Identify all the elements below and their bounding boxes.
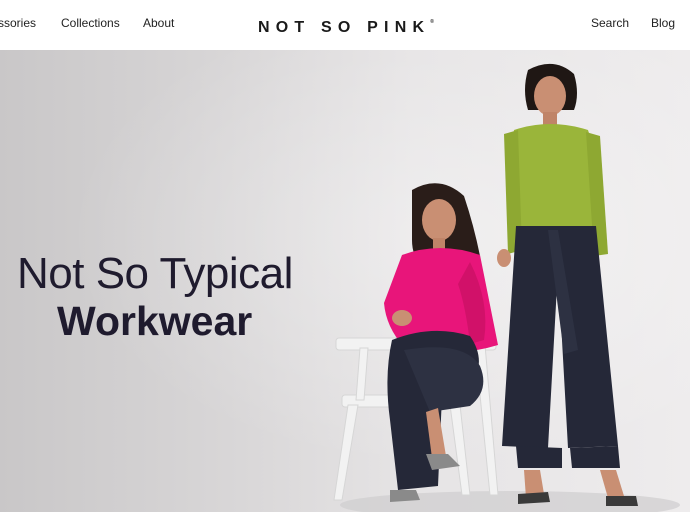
nav-link-about[interactable]: About bbox=[143, 16, 174, 30]
nav-link-blog[interactable]: Blog bbox=[651, 16, 675, 30]
nav-link-accessories[interactable]: ssories bbox=[0, 16, 36, 30]
model-seated bbox=[384, 183, 498, 502]
nav-link-collections[interactable]: Collections bbox=[61, 16, 120, 30]
registered-mark: ® bbox=[430, 19, 434, 25]
nav-link-search[interactable]: Search bbox=[591, 16, 629, 30]
hero-banner[interactable]: Not So Typical Workwear bbox=[0, 50, 690, 512]
site-header: ssories Collections About NOT SO PINK® S… bbox=[0, 0, 690, 50]
brand-name: NOT SO PINK bbox=[258, 19, 431, 36]
hero-models-image bbox=[333, 63, 680, 512]
brand-logo[interactable]: NOT SO PINK® bbox=[258, 19, 434, 37]
model-standing bbox=[497, 63, 638, 506]
